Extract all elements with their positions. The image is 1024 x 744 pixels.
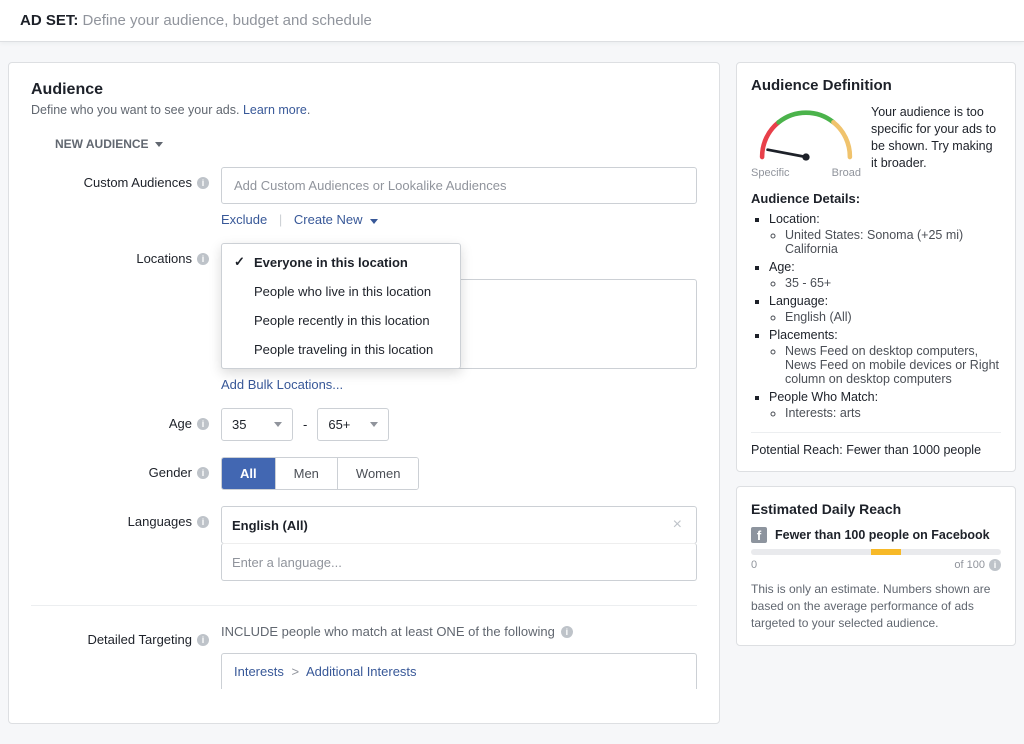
- locations-scope-dropdown[interactable]: Everyone in this location People who liv…: [221, 243, 461, 369]
- age-label: Age i: [31, 408, 221, 431]
- detail-age: Age: 35 - 65+: [769, 260, 1001, 290]
- exclude-link[interactable]: Exclude: [221, 212, 267, 227]
- info-icon[interactable]: i: [197, 467, 209, 479]
- chevron-down-icon: [370, 422, 378, 427]
- info-icon[interactable]: i: [989, 559, 1001, 571]
- new-audience-label: NEW AUDIENCE: [55, 137, 149, 151]
- vertical-divider: |: [279, 212, 282, 227]
- edr-note: This is only an estimate. Numbers shown …: [751, 581, 1001, 631]
- chevron-down-icon: [155, 142, 163, 147]
- chevron-down-icon: [274, 422, 282, 427]
- edr-facebook-value: Fewer than 100 people on Facebook: [775, 528, 990, 542]
- dropdown-item-everyone[interactable]: Everyone in this location: [222, 248, 460, 277]
- detail-age-value: 35 - 65+: [785, 276, 1001, 290]
- dropdown-item-live[interactable]: People who live in this location: [222, 277, 460, 306]
- info-icon[interactable]: i: [197, 253, 209, 265]
- age-max-select[interactable]: 65+: [317, 408, 389, 441]
- languages-add-field[interactable]: Enter a language...: [221, 543, 697, 581]
- detail-people-who-match: People Who Match: Interests: arts: [769, 390, 1001, 420]
- dropdown-item-traveling[interactable]: People traveling in this location: [222, 335, 460, 364]
- create-new-link[interactable]: Create New: [294, 212, 378, 227]
- audience-heading: Audience: [31, 81, 697, 99]
- breadcrumb-interests[interactable]: Interests: [234, 664, 284, 679]
- detail-placements-value: News Feed on desktop computers, News Fee…: [785, 344, 1001, 386]
- info-icon[interactable]: i: [197, 634, 209, 646]
- language-token: English (All): [232, 518, 308, 533]
- detailed-targeting-label-text: Detailed Targeting: [87, 632, 192, 647]
- age-max-value: 65+: [328, 417, 350, 432]
- gender-label: Gender i: [31, 457, 221, 480]
- gender-toggle-group: All Men Women: [221, 457, 419, 490]
- divider: [31, 605, 697, 606]
- detail-location-value: United States: Sonoma (+25 mi) Californi…: [785, 228, 1001, 256]
- audience-warning: Your audience is too specific for your a…: [871, 104, 1001, 172]
- gender-label-text: Gender: [149, 465, 192, 480]
- edr-title: Estimated Daily Reach: [751, 501, 1001, 517]
- audience-definition-panel: Audience Definition Specific Broad: [736, 62, 1016, 472]
- breadcrumb-separator: >: [291, 664, 299, 679]
- detail-placements: Placements: News Feed on desktop compute…: [769, 328, 1001, 386]
- edr-bar: [751, 549, 1001, 555]
- info-icon[interactable]: i: [197, 516, 209, 528]
- info-icon[interactable]: i: [197, 177, 209, 189]
- audience-subtext-text: Define who you want to see your ads.: [31, 103, 243, 117]
- detail-language: Language: English (All): [769, 294, 1001, 324]
- audience-definition-title: Audience Definition: [751, 77, 1001, 94]
- topbar-title-sub: Define your audience, budget and schedul…: [83, 12, 372, 29]
- edr-axis-min: 0: [751, 559, 757, 571]
- dt-breadcrumb: Interests > Additional Interests: [221, 653, 697, 689]
- estimated-daily-reach-panel: Estimated Daily Reach f Fewer than 100 p…: [736, 486, 1016, 646]
- gauge-label-specific: Specific: [751, 167, 790, 179]
- audience-subtext: Define who you want to see your ads. Lea…: [31, 103, 697, 117]
- topbar: AD SET: Define your audience, budget and…: [0, 0, 1024, 42]
- add-bulk-locations-link[interactable]: Add Bulk Locations...: [221, 377, 343, 392]
- audience-details-heading: Audience Details:: [751, 191, 1001, 206]
- locations-label-text: Locations: [136, 251, 192, 266]
- custom-audiences-sublinks: Exclude | Create New: [221, 212, 697, 227]
- dropdown-item-recent[interactable]: People recently in this location: [222, 306, 460, 335]
- potential-reach: Potential Reach: Fewer than 1000 people: [751, 432, 1001, 457]
- gauge-label-broad: Broad: [832, 167, 861, 179]
- detail-language-value: English (All): [785, 310, 1001, 324]
- learn-more-link[interactable]: Learn more: [243, 103, 307, 117]
- dt-include-description: INCLUDE people who match at least ONE of…: [221, 624, 573, 639]
- edr-facebook-row: f Fewer than 100 people on Facebook: [751, 527, 1001, 543]
- topbar-title-strong: AD SET:: [20, 12, 78, 29]
- languages-tokens-field[interactable]: English (All) ×: [221, 506, 697, 544]
- info-icon[interactable]: i: [197, 418, 209, 430]
- create-new-label: Create New: [294, 212, 363, 227]
- edr-axis-max: of 100: [954, 559, 985, 571]
- edr-axis: 0 of 100 i: [751, 559, 1001, 571]
- gender-all-button[interactable]: All: [222, 458, 276, 489]
- breadcrumb-additional-interests[interactable]: Additional Interests: [306, 664, 417, 679]
- main-panel: Audience Define who you want to see your…: [8, 62, 720, 724]
- languages-label-text: Languages: [128, 514, 192, 529]
- gender-men-button[interactable]: Men: [276, 458, 338, 489]
- languages-label: Languages i: [31, 506, 221, 529]
- facebook-icon: f: [751, 527, 767, 543]
- topbar-title: AD SET: Define your audience, budget and…: [20, 12, 1004, 29]
- remove-token-button[interactable]: ×: [669, 516, 686, 534]
- chevron-down-icon: [370, 219, 378, 224]
- custom-audiences-label: Custom Audiences i: [31, 167, 221, 190]
- detail-location: Location: United States: Sonoma (+25 mi)…: [769, 212, 1001, 256]
- audience-details-list: Location: United States: Sonoma (+25 mi)…: [751, 212, 1001, 420]
- age-label-text: Age: [169, 416, 192, 431]
- dt-include-text: INCLUDE people who match at least ONE of…: [221, 624, 555, 639]
- info-icon[interactable]: i: [561, 626, 573, 638]
- custom-audiences-input[interactable]: [221, 167, 697, 204]
- locations-label: Locations i: [31, 243, 221, 266]
- gender-women-button[interactable]: Women: [338, 458, 419, 489]
- new-audience-button[interactable]: NEW AUDIENCE: [31, 131, 163, 167]
- detail-pwm-value: Interests: arts: [785, 406, 1001, 420]
- age-min-value: 35: [232, 417, 246, 432]
- age-separator: -: [303, 417, 307, 432]
- custom-audiences-label-text: Custom Audiences: [84, 175, 192, 190]
- age-min-select[interactable]: 35: [221, 408, 293, 441]
- edr-bar-segment: [871, 549, 901, 555]
- audience-gauge: Specific Broad: [751, 104, 861, 179]
- detailed-targeting-label: Detailed Targeting i: [31, 624, 221, 647]
- languages-placeholder: Enter a language...: [232, 555, 342, 570]
